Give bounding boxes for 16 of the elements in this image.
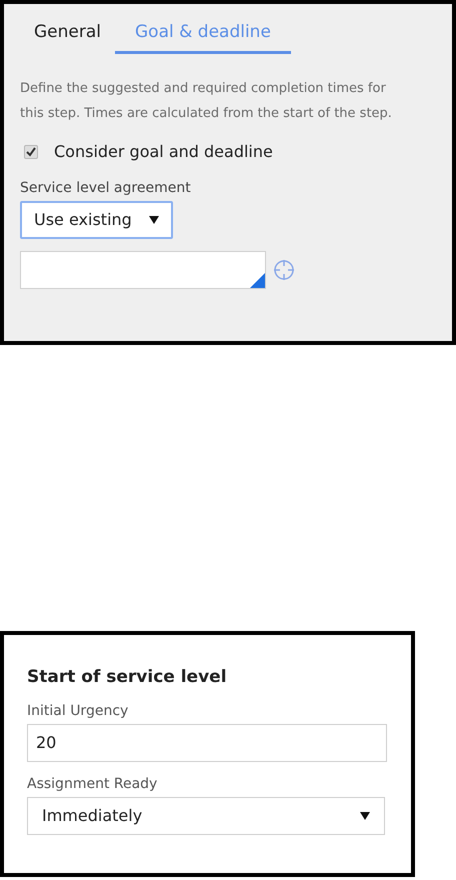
caret-icon [149, 216, 159, 224]
checkbox-label: Consider goal and deadline [54, 141, 273, 163]
caret-icon [360, 812, 370, 820]
section-title: Start of service level [27, 666, 228, 689]
field-label: Initial Urgency [27, 702, 130, 720]
field-label: Assignment Ready [27, 774, 158, 794]
urgency-input[interactable]: 20 [27, 724, 387, 762]
description-text: Define the suggested and required completion times for this step. Times are calculated from the start of the step. [20, 80, 393, 123]
lookup-field[interactable] [20, 251, 266, 289]
crosshair-icon[interactable] [272, 258, 296, 282]
field-label: Service level agreement [20, 179, 192, 198]
corner-icon [250, 273, 265, 288]
sla-dropdown[interactable]: Use existing [20, 201, 173, 239]
checkbox[interactable] [24, 145, 38, 159]
assignment-dropdown[interactable]: Immediately [27, 796, 385, 834]
tab[interactable]: General [20, 14, 115, 54]
